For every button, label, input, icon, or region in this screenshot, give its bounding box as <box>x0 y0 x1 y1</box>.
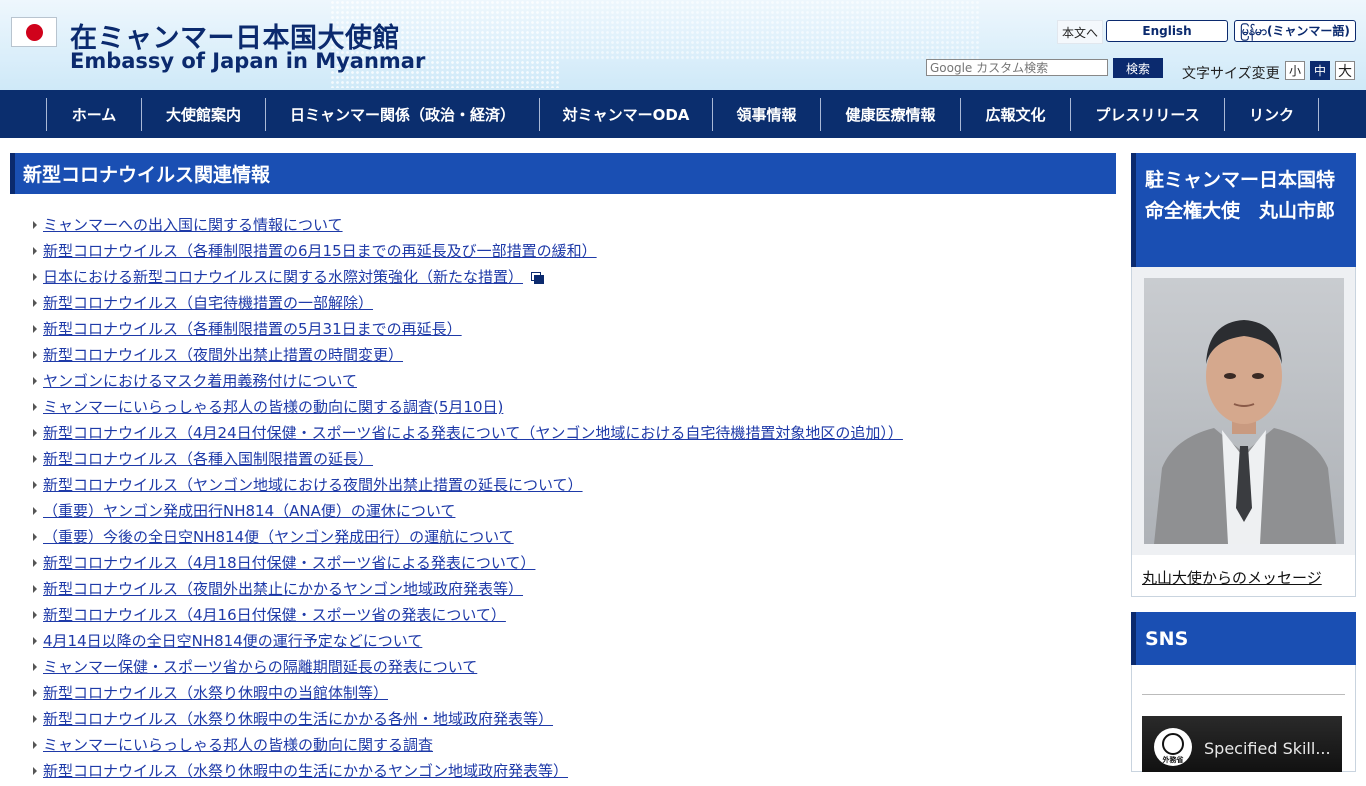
sns-heading: SNS <box>1131 612 1356 665</box>
skip-to-content-link[interactable]: 本文へ <box>1057 20 1103 44</box>
news-link[interactable]: ヤンゴンにおけるマスク着用義務付けについて <box>30 370 1116 396</box>
news-link[interactable]: ミャンマーへの出入国に関する情報について <box>30 214 1116 240</box>
mofa-logo-icon: 外務省 <box>1154 728 1192 766</box>
arrow-icon <box>33 767 37 775</box>
nav-item-culture[interactable]: 広報文化 <box>960 98 1070 131</box>
site-subtitle[interactable]: Embassy of Japan in Myanmar <box>70 49 425 73</box>
font-size-label: 文字サイズ変更 <box>1182 66 1280 82</box>
news-link[interactable]: 新型コロナウイルス（水祭り休暇中の生活にかかるヤンゴン地域政府発表等） <box>30 760 1116 786</box>
news-link[interactable]: 新型コロナウイルス（夜間外出禁止措置の時間変更） <box>30 344 1116 370</box>
news-link[interactable]: 新型コロナウイルス（4月16日付保健・スポーツ省の発表について） <box>30 604 1116 630</box>
arrow-icon <box>33 663 37 671</box>
nav-item-consular[interactable]: 領事情報 <box>712 98 820 131</box>
arrow-icon <box>33 325 37 333</box>
arrow-icon <box>33 559 37 567</box>
myanmar-language-button[interactable]: မြန်မာ(ミャンマー語) <box>1234 20 1356 42</box>
search-button[interactable]: 検索 <box>1113 58 1163 78</box>
arrow-icon <box>33 507 37 515</box>
arrow-icon <box>33 273 37 281</box>
divider <box>1142 694 1345 695</box>
news-link[interactable]: （重要）今後の全日空NH814便（ヤンゴン発成田行）の運航について <box>30 526 1116 552</box>
video-thumbnail[interactable]: 外務省 Specified Skill... <box>1142 716 1342 772</box>
news-link[interactable]: 新型コロナウイルス（4月24日付保健・スポーツ省による発表について（ヤンゴン地域… <box>30 422 1116 448</box>
nav-item-health[interactable]: 健康医療情報 <box>820 98 960 131</box>
arrow-icon <box>33 741 37 749</box>
news-link[interactable]: 4月14日以降の全日空NH814便の運行予定などについて <box>30 630 1116 656</box>
arrow-icon <box>33 221 37 229</box>
nav-item-relations[interactable]: 日ミャンマー関係（政治・経済） <box>265 98 539 131</box>
news-link[interactable]: 新型コロナウイルス（夜間外出禁止にかかるヤンゴン地域政府発表等） <box>30 578 1116 604</box>
arrow-icon <box>33 637 37 645</box>
news-link[interactable]: 新型コロナウイルス（水祭り休暇中の当館体制等） <box>30 682 1116 708</box>
world-map-decoration <box>560 0 980 60</box>
news-link[interactable]: ミャンマーにいらっしゃる邦人の皆様の動向に関する調査(5月10日) <box>30 396 1116 422</box>
nav-item-oda[interactable]: 対ミャンマーODA <box>539 98 712 131</box>
ambassador-message-link[interactable]: 丸山大使からのメッセージ <box>1142 567 1322 588</box>
arrow-icon <box>33 689 37 697</box>
arrow-icon <box>33 351 37 359</box>
font-size-medium-button[interactable]: 中 <box>1310 61 1330 80</box>
english-button[interactable]: English <box>1106 20 1228 42</box>
site-header: 在ミャンマー日本国大使館 Embassy of Japan in Myanmar… <box>0 0 1366 90</box>
video-title[interactable]: Specified Skill... <box>1204 739 1331 758</box>
arrow-icon <box>33 611 37 619</box>
news-link[interactable]: 新型コロナウイルス（各種制限措置の6月15日までの再延長及び一部措置の緩和） <box>30 240 1116 266</box>
news-link[interactable]: 新型コロナウイルス（自宅待機措置の一部解除） <box>30 292 1116 318</box>
arrow-icon <box>33 247 37 255</box>
news-link[interactable]: ミャンマー保健・スポーツ省からの隔離期間延長の発表について <box>30 656 1116 682</box>
news-link[interactable]: 新型コロナウイルス（ヤンゴン地域における夜間外出禁止措置の延長について） <box>30 474 1116 500</box>
ambassador-heading: 駐ミャンマー日本国特命全権大使 丸山市郎 <box>1131 153 1356 267</box>
nav-item-links[interactable]: リンク <box>1224 98 1318 131</box>
nav-item-embassy-info[interactable]: 大使館案内 <box>141 98 265 131</box>
news-link[interactable]: 日本における新型コロナウイルスに関する水際対策強化（新たな措置） <box>30 266 1116 292</box>
arrow-icon <box>33 585 37 593</box>
arrow-icon <box>33 715 37 723</box>
global-nav: ホーム 大使館案内 日ミャンマー関係（政治・経済） 対ミャンマーODA 領事情報… <box>0 90 1366 138</box>
news-link[interactable]: ミャンマーにいらっしゃる邦人の皆様の動向に関する調査 <box>30 734 1116 760</box>
arrow-icon <box>33 299 37 307</box>
arrow-icon <box>33 429 37 437</box>
ambassador-photo <box>1144 278 1344 544</box>
japan-flag-icon <box>11 17 57 47</box>
arrow-icon <box>33 481 37 489</box>
nav-item-home[interactable]: ホーム <box>46 98 141 131</box>
ambassador-portrait-image <box>1144 278 1344 544</box>
arrow-icon <box>33 533 37 541</box>
font-size-large-button[interactable]: 大 <box>1335 61 1355 80</box>
news-link[interactable]: 新型コロナウイルス（各種制限措置の5月31日までの再延長） <box>30 318 1116 344</box>
news-link[interactable]: 新型コロナウイルス（4月18日付保健・スポーツ省による発表について） <box>30 552 1116 578</box>
news-link[interactable]: （重要）ヤンゴン発成田行NH814（ANA便）の運休について <box>30 500 1116 526</box>
search-input[interactable] <box>926 59 1108 76</box>
page-title: 新型コロナウイルス関連情報 <box>10 153 1116 194</box>
nav-item-press[interactable]: プレスリリース <box>1070 98 1224 131</box>
arrow-icon <box>33 455 37 463</box>
news-list: ミャンマーへの出入国に関する情報について 新型コロナウイルス（各種制限措置の6月… <box>30 214 1116 786</box>
font-size-small-button[interactable]: 小 <box>1285 61 1305 80</box>
nav-divider <box>1318 98 1319 131</box>
news-link[interactable]: 新型コロナウイルス（各種入国制限措置の延長） <box>30 448 1116 474</box>
external-link-icon <box>531 272 545 284</box>
arrow-icon <box>33 403 37 411</box>
arrow-icon <box>33 377 37 385</box>
news-link[interactable]: 新型コロナウイルス（水祭り休暇中の生活にかかる各州・地域政府発表等） <box>30 708 1116 734</box>
